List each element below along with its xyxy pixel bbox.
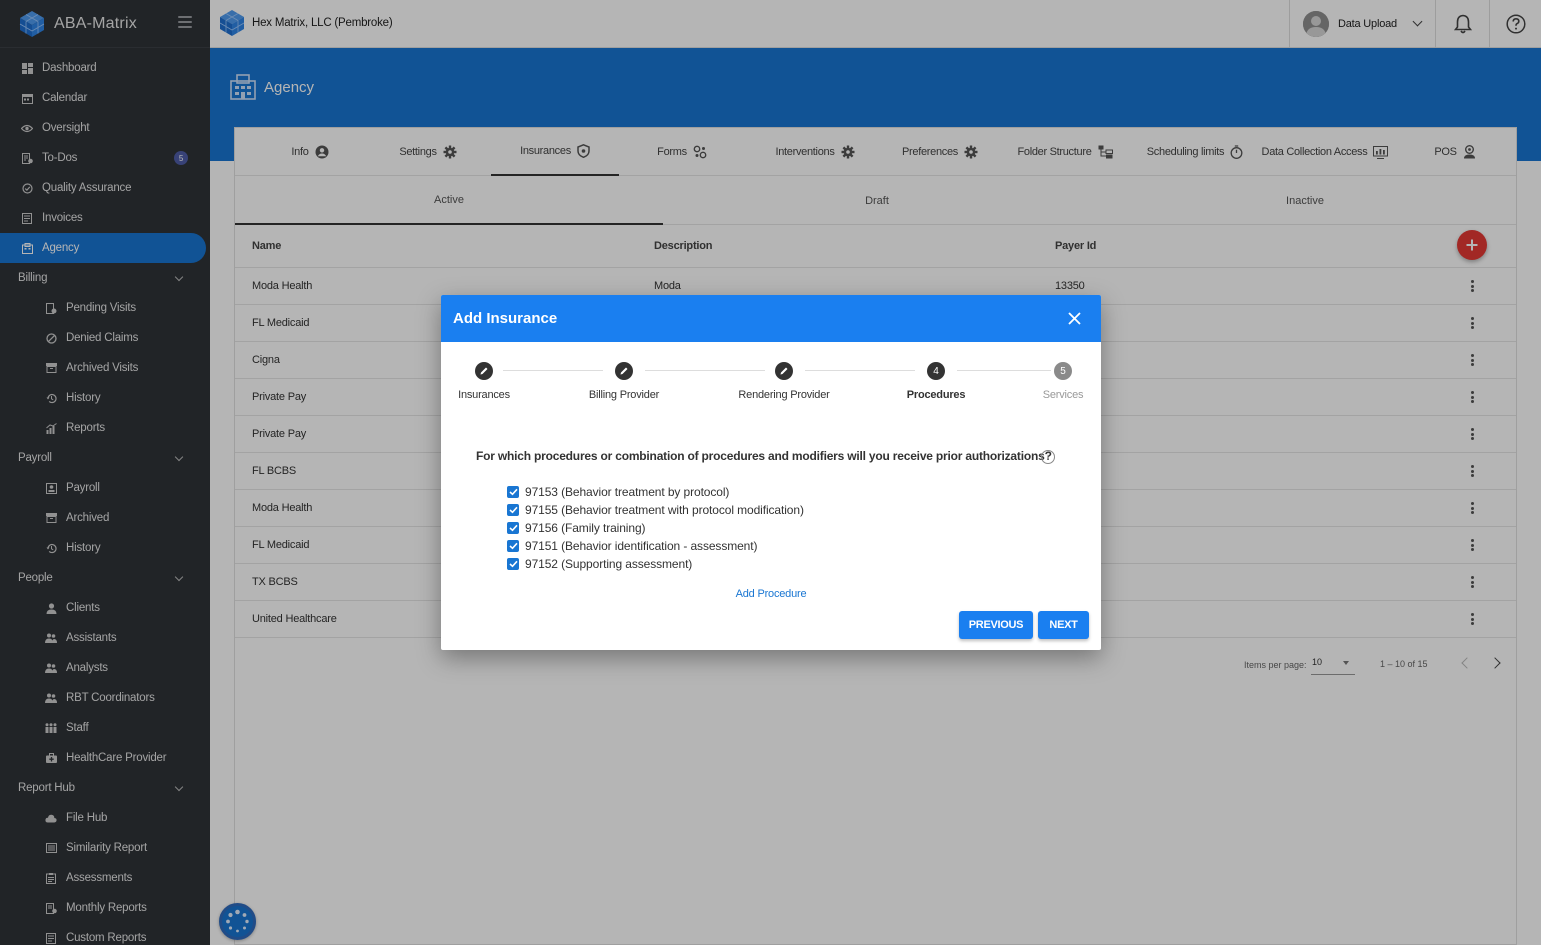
step-insurances[interactable]: Insurances	[424, 362, 544, 401]
dialog-title: Add Insurance	[453, 310, 558, 327]
add-procedure-link-text[interactable]: Add Procedure	[736, 588, 807, 600]
procedure-label: 97155 (Behavior treatment with protocol …	[525, 503, 804, 517]
procedure-checkbox-97153[interactable]: 97153 (Behavior treatment by protocol)	[507, 483, 804, 501]
close-icon[interactable]	[1068, 312, 1081, 325]
add-procedure-link: Add Procedure	[441, 588, 1101, 600]
pencil-icon	[475, 362, 493, 380]
add-insurance-dialog: Add Insurance Insurances Billing Provide…	[441, 295, 1101, 650]
procedure-list: 97153 (Behavior treatment by protocol) 9…	[507, 483, 804, 573]
procedure-label: 97151 (Behavior identification - assessm…	[525, 539, 758, 553]
procedure-label: 97152 (Supporting assessment)	[525, 557, 693, 571]
checkbox-checked-icon[interactable]	[507, 558, 519, 570]
procedures-question: For which procedures or combination of p…	[476, 449, 1052, 463]
checkbox-checked-icon[interactable]	[507, 504, 519, 516]
procedure-checkbox-97155[interactable]: 97155 (Behavior treatment with protocol …	[507, 501, 804, 519]
step-rendering-provider[interactable]: Rendering Provider	[724, 362, 844, 401]
info-icon[interactable]: i	[1041, 450, 1055, 464]
procedure-checkbox-97152[interactable]: 97152 (Supporting assessment)	[507, 555, 804, 573]
checkbox-checked-icon[interactable]	[507, 540, 519, 552]
step-label: Services	[1042, 389, 1084, 401]
pencil-icon	[775, 362, 793, 380]
app-root: ABA-Matrix Dashboard Calendar Oversight …	[0, 0, 1541, 945]
checkbox-checked-icon[interactable]	[507, 522, 519, 534]
previous-button[interactable]: PREVIOUS	[959, 611, 1033, 639]
step-label: Procedures	[906, 389, 966, 401]
checkbox-checked-icon[interactable]	[507, 486, 519, 498]
step-services[interactable]: 5 Services	[1003, 362, 1123, 401]
next-button[interactable]: NEXT	[1038, 611, 1089, 639]
step-label: Billing Provider	[588, 389, 660, 401]
procedure-label: 97156 (Family training)	[525, 521, 646, 535]
procedure-checkbox-97156[interactable]: 97156 (Family training)	[507, 519, 804, 537]
pencil-icon	[615, 362, 633, 380]
procedure-checkbox-97151[interactable]: 97151 (Behavior identification - assessm…	[507, 537, 804, 555]
step-procedures[interactable]: 4 Procedures	[876, 362, 996, 401]
step-number: 5	[1054, 362, 1072, 380]
step-label: Rendering Provider	[738, 389, 830, 401]
stepper: Insurances Billing Provider Rendering Pr…	[441, 342, 1101, 422]
dialog-header: Add Insurance	[441, 295, 1101, 342]
step-billing-provider[interactable]: Billing Provider	[564, 362, 684, 401]
step-number: 4	[927, 362, 945, 380]
step-label: Insurances	[458, 389, 510, 401]
procedure-label: 97153 (Behavior treatment by protocol)	[525, 485, 730, 499]
